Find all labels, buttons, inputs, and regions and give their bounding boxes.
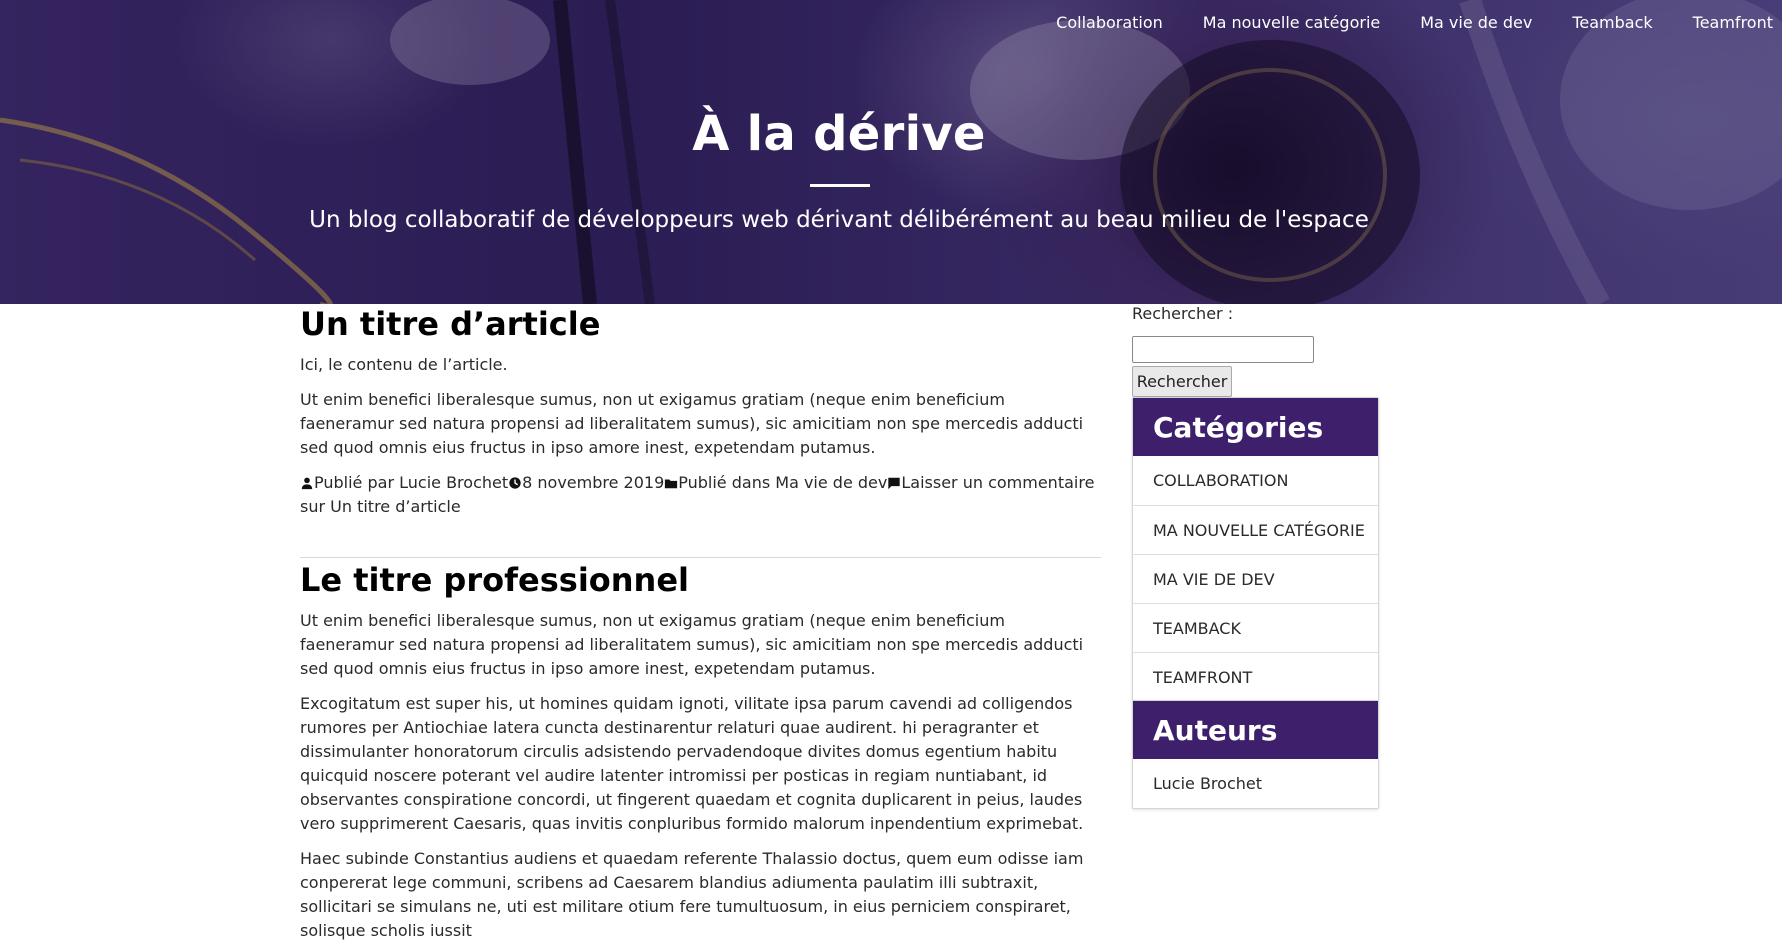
site-header: Collaboration Ma nouvelle catégorie Ma v… xyxy=(0,0,1782,304)
clock-icon xyxy=(509,477,521,489)
site-title[interactable]: À la dérive xyxy=(0,106,1678,162)
category-item-ma-nouvelle-categorie[interactable]: MA NOUVELLE CATÉGORIE xyxy=(1133,505,1378,554)
site-subtitle: Un blog collaboratif de développeurs web… xyxy=(309,207,1369,233)
categories-heading: Catégories xyxy=(1133,398,1378,456)
authors-widget: Auteurs Lucie Brochet xyxy=(1132,700,1379,809)
category-item-teamfront[interactable]: TEAMFRONT xyxy=(1133,652,1378,701)
nav-item-ma-vie-de-dev[interactable]: Ma vie de dev xyxy=(1420,13,1532,32)
authors-heading: Auteurs xyxy=(1133,701,1378,759)
nav-item-ma-nouvelle-categorie[interactable]: Ma nouvelle catégorie xyxy=(1203,13,1380,32)
article-paragraph: Ut enim benefici liberalesque sumus, non… xyxy=(300,611,1084,678)
date-link[interactable]: 8 novembre 2019 xyxy=(522,473,664,492)
article-paragraph: Excogitatum est super his, ut homines qu… xyxy=(300,694,1084,833)
comment-link[interactable]: Laisser un commentaire xyxy=(901,473,1094,492)
category-link[interactable]: Ma vie de dev xyxy=(775,473,887,492)
person-icon xyxy=(301,477,313,490)
author-prefix: Publié par xyxy=(314,473,395,492)
title-divider xyxy=(810,184,870,187)
article-meta: Publié par Lucie Brochet 8 novembre 2019 P… xyxy=(300,471,1101,519)
nav-item-collaboration[interactable]: Collaboration xyxy=(1056,13,1163,32)
author-item[interactable]: Lucie Brochet xyxy=(1133,759,1378,808)
main-nav: Collaboration Ma nouvelle catégorie Ma v… xyxy=(1016,0,1782,44)
article-divider xyxy=(300,557,1101,558)
nav-item-teamfront[interactable]: Teamfront xyxy=(1693,13,1773,32)
article-2: Le titre professionnel Ut enim benefici … xyxy=(300,560,1101,943)
search-label: Rechercher : xyxy=(1132,304,1234,323)
author-link[interactable]: Lucie Brochet xyxy=(399,473,508,492)
search-input[interactable] xyxy=(1132,336,1314,363)
article-title[interactable]: Un titre d’article xyxy=(300,304,1101,344)
article-title[interactable]: Le titre professionnel xyxy=(300,560,1101,600)
article-1: Un titre d’article Ici, le contenu de l’… xyxy=(300,304,1101,519)
main-content: Un titre d’article Ici, le contenu de l’… xyxy=(300,304,1101,943)
category-item-ma-vie-de-dev[interactable]: MA VIE DE DEV xyxy=(1133,554,1378,603)
nav-item-teamback[interactable]: Teamback xyxy=(1572,13,1652,32)
categories-widget: Catégories COLLABORATION MA NOUVELLE CAT… xyxy=(1132,397,1379,702)
comment-icon xyxy=(888,477,901,490)
article-paragraph: Ut enim benefici liberalesque sumus, non… xyxy=(300,390,1084,457)
category-item-collaboration[interactable]: COLLABORATION xyxy=(1133,456,1378,505)
folder-icon xyxy=(665,479,678,489)
article-paragraph: Haec subinde Constantius audiens et quae… xyxy=(300,849,1084,940)
category-prefix: Publié dans xyxy=(678,473,771,492)
category-item-teamback[interactable]: TEAMBACK xyxy=(1133,603,1378,652)
article-paragraph: Ici, le contenu de l’article. xyxy=(300,355,508,374)
search-button[interactable]: Rechercher xyxy=(1132,366,1232,397)
comment-suffix: sur Un titre d’article xyxy=(300,497,461,516)
